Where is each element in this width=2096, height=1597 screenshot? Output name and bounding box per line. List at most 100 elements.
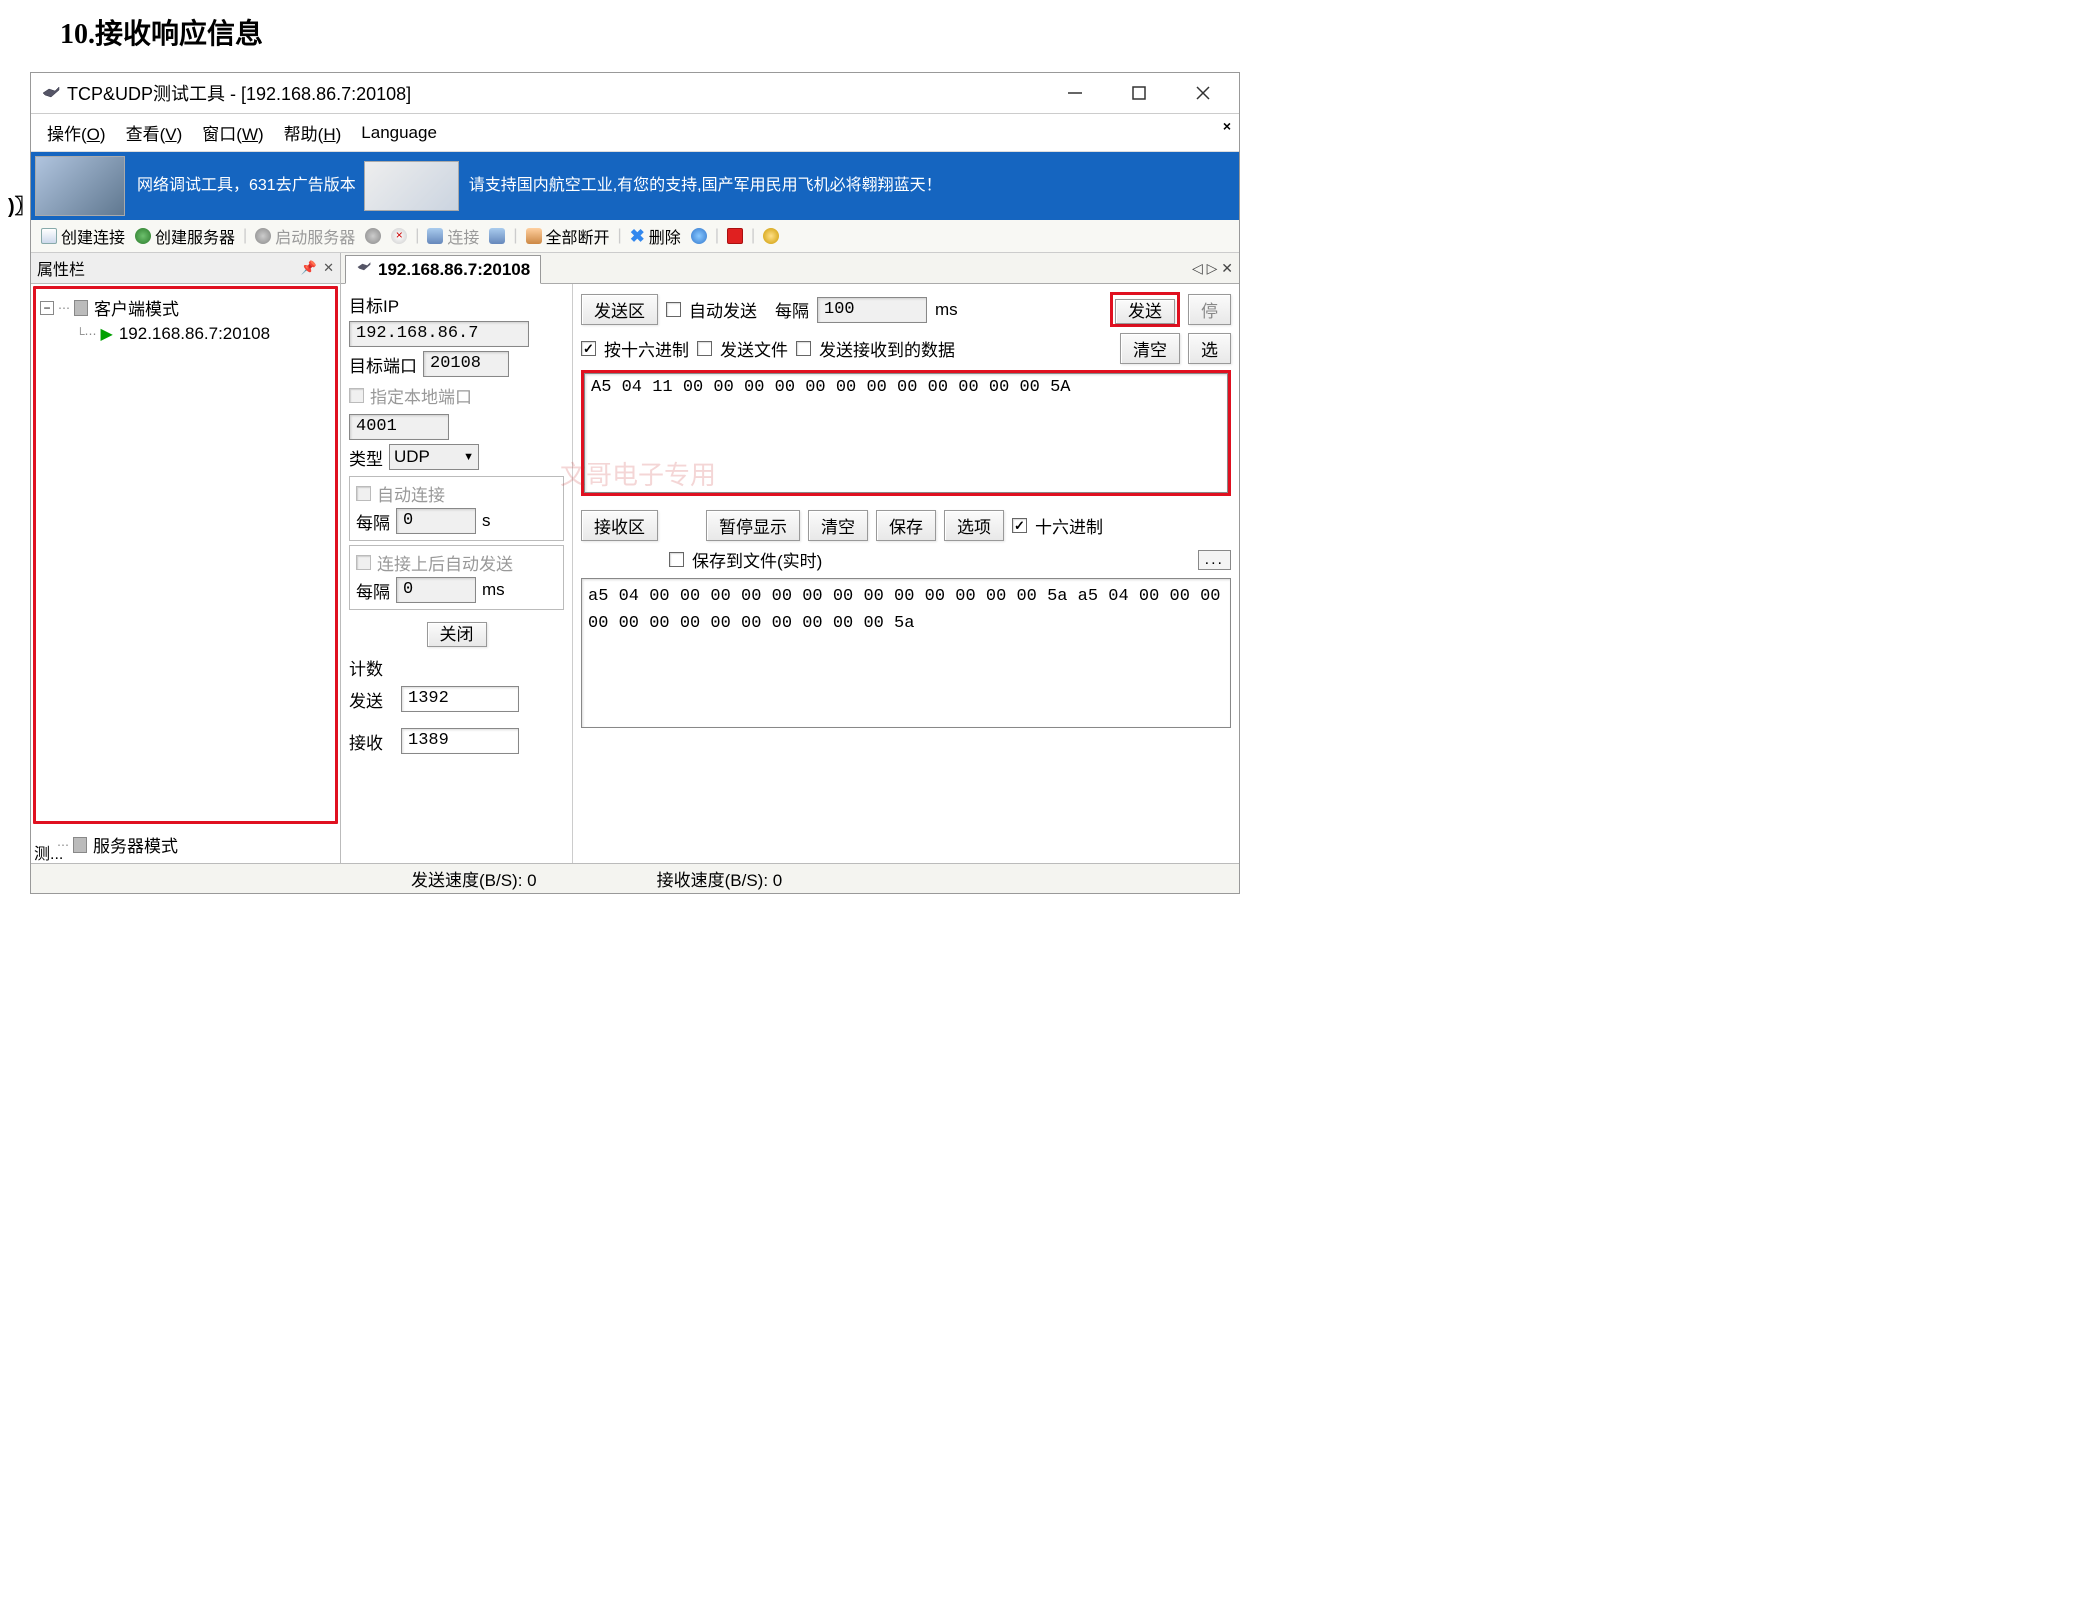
doc-tab-bar: 192.168.86.7:20108 ◁ ▷ ✕ [341, 253, 1239, 284]
close-conn-button[interactable]: 关闭 [427, 622, 487, 647]
recycle-icon [691, 228, 707, 244]
help-icon-button[interactable] [759, 226, 783, 246]
sidebar-close-icon[interactable]: ✕ [323, 260, 334, 276]
send-file-checkbox[interactable] [697, 341, 712, 356]
maximize-button[interactable] [1121, 79, 1157, 107]
auto-send-label: 自动发送 [689, 297, 757, 322]
send-area-button[interactable]: 发送区 [581, 294, 658, 325]
target-ip-input[interactable]: 192.168.86.7 [349, 321, 529, 347]
ms-unit: ms [482, 580, 505, 600]
separator: | [513, 227, 517, 245]
doc-tab-active[interactable]: 192.168.86.7:20108 [345, 255, 541, 284]
recv-area-button[interactable]: 接收区 [581, 510, 658, 541]
doc-icon [41, 228, 57, 244]
recycle-icon-button[interactable] [687, 226, 711, 246]
pause-display-button[interactable]: 暂停显示 [706, 510, 800, 541]
minimize-button[interactable] [1057, 79, 1093, 107]
delete-button[interactable]: ✖删除 [626, 222, 685, 250]
target-port-label: 目标端口 [349, 352, 417, 377]
window-title: TCP&UDP测试工具 - [192.168.86.7:20108] [67, 80, 1057, 106]
host-icon [74, 300, 88, 316]
tree-node-connection[interactable]: └⋯ ▶ 192.168.86.7:20108 [40, 322, 331, 346]
content-area: 192.168.86.7:20108 ◁ ▷ ✕ 目标IP 192.168.86… [341, 253, 1239, 863]
save-recv-button[interactable]: 保存 [876, 510, 936, 541]
auto-send-after-conn-group: 连接上后自动发送 每隔 0 ms [349, 545, 564, 610]
create-conn-button[interactable]: 创建连接 [37, 222, 129, 250]
auto-send-after-conn-label: 连接上后自动发送 [377, 550, 513, 575]
auto-send-checkbox[interactable] [666, 302, 681, 317]
property-sidebar: 属性栏 📌 ✕ − ⋯ 客户端模式 └⋯ ▶ 192.168.86.7:2010… [31, 253, 341, 863]
menu-operate[interactable]: 操作(O) [41, 118, 112, 147]
truncated-text: 测... [34, 840, 63, 864]
send-received-label: 发送接收到的数据 [819, 336, 955, 361]
auto-connect-group: 自动连接 每隔 0 s [349, 476, 564, 541]
title-bar: TCP&UDP测试工具 - [192.168.86.7:20108] [31, 73, 1239, 114]
create-server-button[interactable]: 创建服务器 [131, 222, 239, 250]
tab-nav-controls[interactable]: ◁ ▷ ✕ [1192, 260, 1239, 277]
chevron-down-icon: ▼ [463, 451, 474, 463]
count-recv-label: 接收 [349, 729, 395, 754]
local-port-input[interactable]: 4001 [349, 414, 449, 440]
pin-icon[interactable]: 📌 [301, 260, 317, 276]
browse-file-button[interactable]: ... [1198, 550, 1231, 570]
type-label: 类型 [349, 445, 383, 470]
separator: | [618, 227, 622, 245]
separator: | [751, 227, 755, 245]
stop-server-icon-button [361, 226, 385, 246]
send-options-button[interactable]: 选 [1188, 333, 1231, 364]
banner-image-left [35, 156, 125, 216]
save-to-file-label: 保存到文件(实时) [692, 547, 822, 572]
status-bar: 发送速度(B/S): 0 接收速度(B/S): 0 [31, 863, 1239, 893]
send-received-checkbox[interactable] [796, 341, 811, 356]
interval-label: 每隔 [356, 509, 390, 534]
clear-send-button[interactable]: 清空 [1120, 333, 1180, 364]
send-button[interactable]: 发送 [1115, 299, 1175, 324]
tree-node-client-mode[interactable]: − ⋯ 客户端模式 [40, 293, 331, 322]
mdi-close-button[interactable]: × [1223, 118, 1231, 134]
count-send-label: 发送 [349, 687, 395, 712]
recv-speed-label: 接收速度(B/S): 0 [657, 866, 783, 891]
connection-panel: 目标IP 192.168.86.7 目标端口 20108 指定本地端口 4001… [341, 284, 573, 863]
stop-icon [727, 228, 743, 244]
disconnect-all-button[interactable]: 全部断开 [522, 222, 614, 250]
ms-unit-2: ms [935, 300, 958, 320]
start-server-button: 启动服务器 [251, 222, 359, 250]
type-select[interactable]: UDP▼ [389, 444, 479, 470]
recv-textarea[interactable]: a5 04 00 00 00 00 00 00 00 00 00 00 00 0… [581, 578, 1231, 728]
sidebar-title: 属性栏 📌 ✕ [31, 253, 340, 284]
tree-toggle-icon[interactable]: − [40, 301, 54, 315]
menu-view[interactable]: 查看(V) [120, 118, 189, 147]
ad-banner: 网络调试工具，631去广告版本 请支持国内航空工业,有您的支持,国产军用民用飞机… [31, 152, 1239, 220]
auto-send-interval-input[interactable]: 0 [396, 577, 476, 603]
menu-window[interactable]: 窗口(W) [196, 118, 269, 147]
auto-conn-interval-input[interactable]: 0 [396, 508, 476, 534]
app-window: TCP&UDP测试工具 - [192.168.86.7:20108] 操作(O)… [30, 72, 1240, 894]
stop-icon-button[interactable] [723, 226, 747, 246]
close-icon-button[interactable] [387, 226, 411, 246]
connect-button: 连接 [423, 222, 483, 250]
delete-x-icon: ✖ [630, 229, 645, 243]
send-interval-input[interactable]: 100 [817, 297, 927, 323]
hex-recv-checkbox[interactable] [1012, 518, 1027, 533]
count-send-value: 1392 [401, 686, 519, 712]
close-button[interactable] [1185, 79, 1221, 107]
tree-node-server-mode[interactable]: ⋯ 服务器模式 [39, 830, 332, 859]
connection-tree: − ⋯ 客户端模式 └⋯ ▶ 192.168.86.7:20108 [33, 286, 338, 824]
send-textarea[interactable]: A5 04 11 00 00 00 00 00 00 00 00 00 00 0… [584, 373, 1228, 493]
hex-send-checkbox[interactable] [581, 341, 596, 356]
menu-help[interactable]: 帮助(H) [278, 118, 348, 147]
count-recv-value: 1389 [401, 728, 519, 754]
hex-send-label: 按十六进制 [604, 336, 689, 361]
banner-text-right: 请支持国内航空工业,有您的支持,国产军用民用飞机必将翱翔蓝天！ [459, 170, 952, 202]
save-to-file-checkbox[interactable] [669, 552, 684, 567]
disconnect-icon-button [485, 226, 509, 246]
local-port-label: 指定本地端口 [370, 383, 472, 408]
clear-recv-button[interactable]: 清空 [808, 510, 868, 541]
separator: | [243, 227, 247, 245]
recv-options-button[interactable]: 选项 [944, 510, 1004, 541]
target-port-input[interactable]: 20108 [423, 351, 509, 377]
menu-language[interactable]: Language [355, 121, 443, 145]
plug-icon [526, 228, 542, 244]
hex-recv-label: 十六进制 [1035, 513, 1103, 538]
count-title: 计数 [349, 655, 564, 680]
